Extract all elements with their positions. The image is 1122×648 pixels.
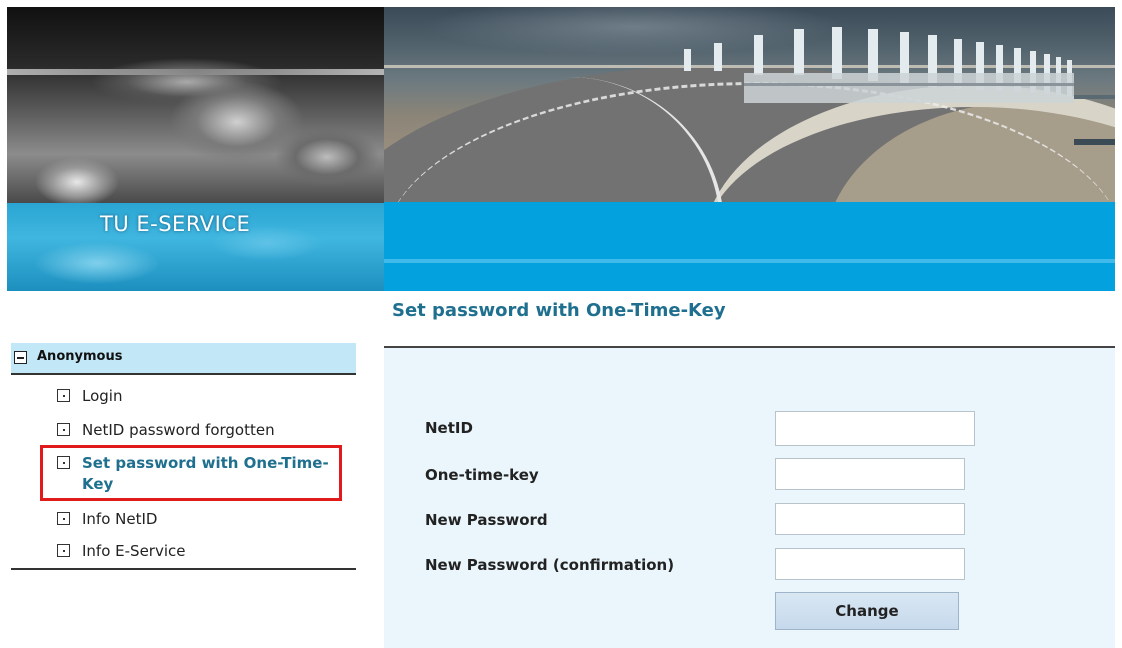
netid-input[interactable] xyxy=(775,411,975,446)
confirm-password-input[interactable] xyxy=(775,548,965,580)
site-logo-text: TU E-SERVICE xyxy=(100,212,251,236)
page-title: Set password with One-Time-Key xyxy=(392,300,726,321)
sidebar-item-label: Login xyxy=(82,387,123,405)
collapse-minus-icon[interactable] xyxy=(14,351,27,364)
new-password-label: New Password xyxy=(425,511,548,529)
one-time-key-input[interactable] xyxy=(775,458,965,490)
sidebar-item-label: NetID password forgotten xyxy=(82,421,275,439)
header-blue-band xyxy=(384,202,1115,291)
header-logo-banner xyxy=(7,7,384,291)
change-button[interactable]: Change xyxy=(775,592,959,630)
confirm-password-label: New Password (confirmation) xyxy=(425,556,675,574)
netid-label: NetID xyxy=(425,419,473,437)
new-password-input[interactable] xyxy=(775,503,965,535)
one-time-key-label: One-time-key xyxy=(425,466,539,484)
header-photo-left xyxy=(7,7,384,203)
page: TU E-SERVICE Set password with One-Time-… xyxy=(0,0,1122,648)
sidebar-item-label: Info NetID xyxy=(82,510,158,528)
dam-pylons-graphic xyxy=(384,27,1115,145)
form-panel xyxy=(384,348,1115,648)
sidebar-item-label: Info E-Service xyxy=(82,542,186,560)
square-bullet-icon xyxy=(57,389,70,402)
sidebar-section-label: Anonymous xyxy=(37,349,123,364)
square-bullet-icon xyxy=(57,423,70,436)
sidebar-divider xyxy=(11,568,356,570)
header-photo-dam xyxy=(384,7,1115,202)
sidebar-section-anonymous[interactable]: Anonymous xyxy=(11,343,356,375)
square-bullet-icon xyxy=(57,544,70,557)
square-bullet-icon xyxy=(57,512,70,525)
highlight-box xyxy=(40,445,342,501)
